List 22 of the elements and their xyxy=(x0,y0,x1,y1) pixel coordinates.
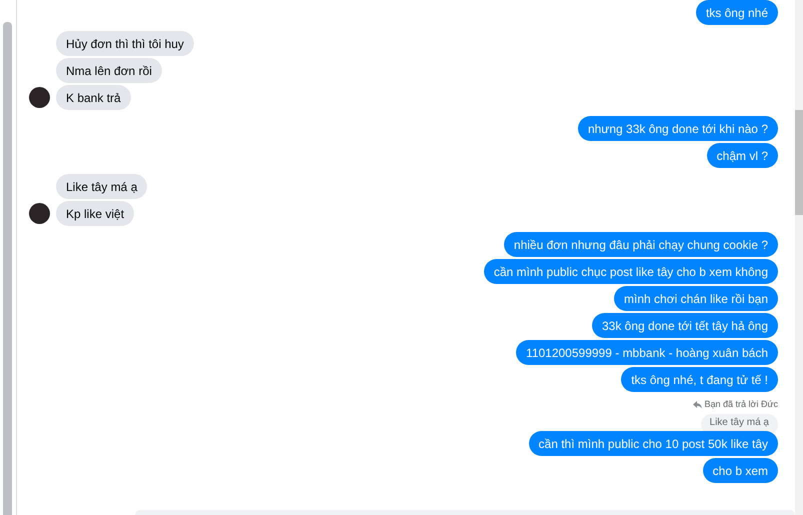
message-bubble: Like tây má ạ xyxy=(56,174,148,199)
message-bubble: chậm vl ? xyxy=(706,143,778,168)
message-bubble: Kp like việt xyxy=(56,201,134,226)
message-bubble: cần mình public chục post like tây cho b xem không xyxy=(484,259,778,284)
message-bubble: tks ông nhé, t đang tử tế ! xyxy=(621,367,778,392)
message-bubble: Nma lên đơn rồi xyxy=(56,58,162,83)
message-bubble: 33k ông done tới tết tây hả ông xyxy=(592,313,778,338)
reply-arrow-icon xyxy=(692,401,702,409)
message-bubble: tks ông nhé xyxy=(696,0,778,25)
scrollbar-thumb[interactable] xyxy=(795,110,803,215)
reply-label: Bạn đã trả lời Đức xyxy=(704,398,778,412)
message-bubble: Hủy đơn thì thì tôi huy xyxy=(56,31,194,56)
message-bubble: nhưng 33k ông done tới khi nào ? xyxy=(578,116,778,141)
message-bubble: mình chơi chán like rồi bạn xyxy=(614,286,778,311)
message-bubble: K bank trả xyxy=(56,85,131,110)
avatar[interactable] xyxy=(29,87,50,108)
message-bubble: cho b xem xyxy=(702,458,778,483)
scrollbar[interactable] xyxy=(3,22,12,515)
message-bubble: 1101200599999 - mbbank - hoàng xuân bách xyxy=(516,340,778,365)
message-bubble: nhiều đơn nhưng đâu phải chạy chung cookie ? xyxy=(504,232,778,257)
avatar[interactable] xyxy=(29,203,50,224)
message-bubble: cần thì mình public cho 10 post 50k like tây xyxy=(528,431,778,456)
